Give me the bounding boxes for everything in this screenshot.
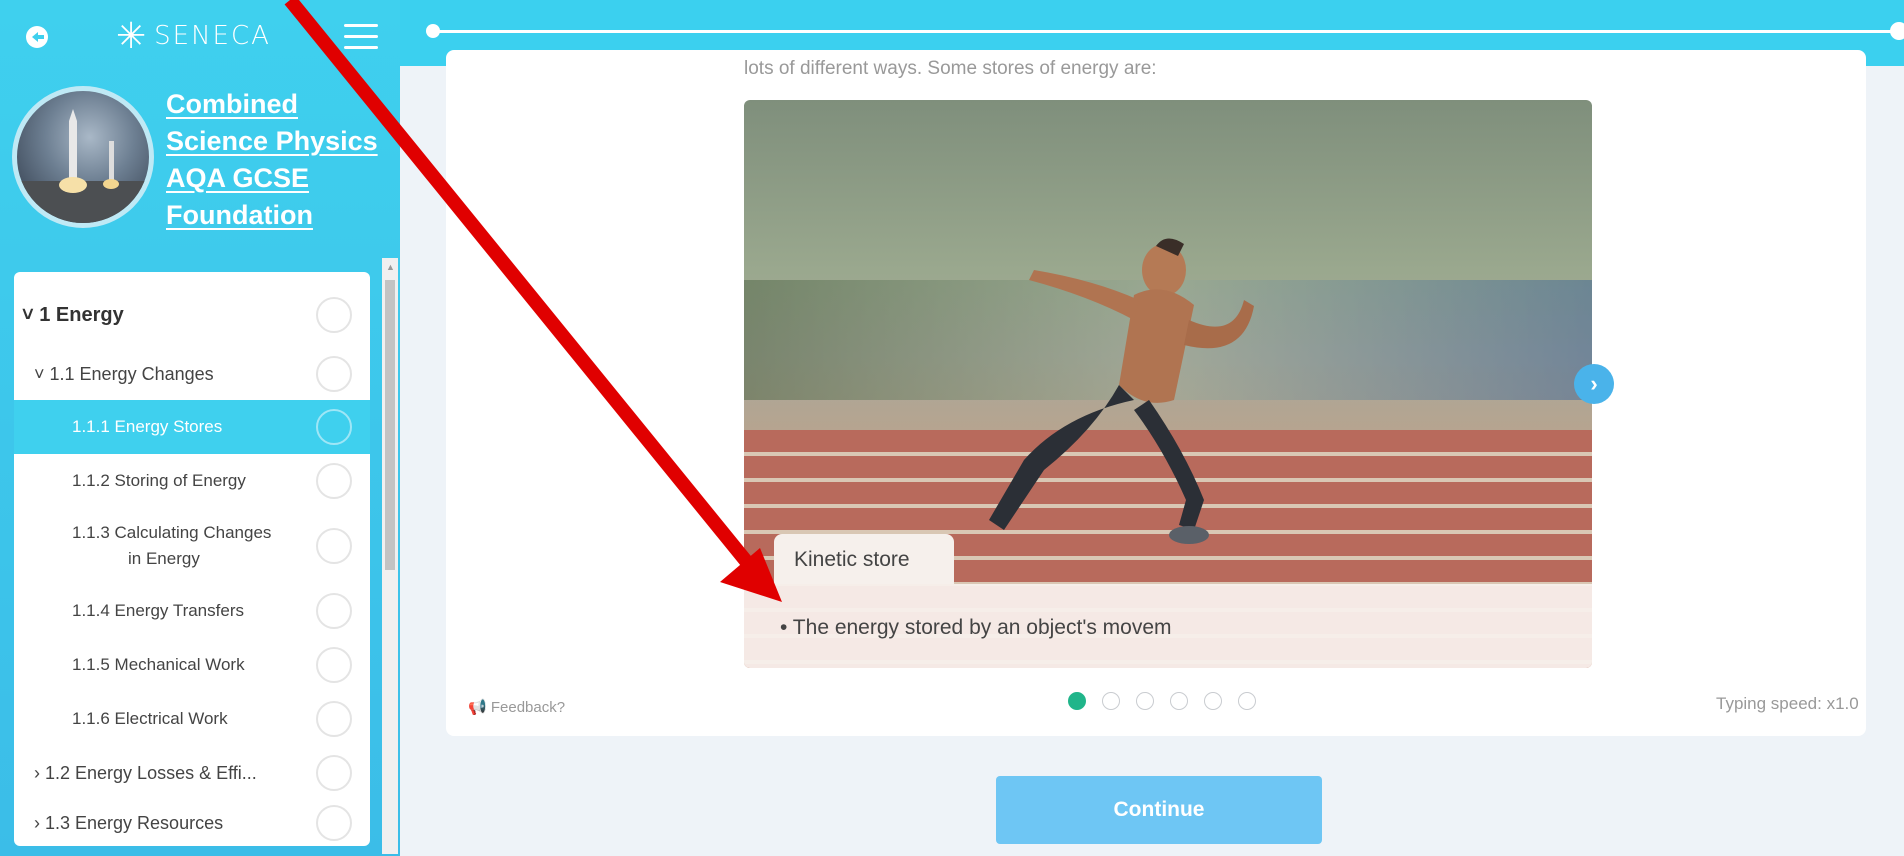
sidebar-header: ✳ SENECA [0, 0, 400, 72]
intro-text: lots of different ways. Some stores of e… [744, 58, 1157, 79]
tree-scrollbar[interactable]: ▲ [382, 258, 398, 854]
tree-item-1-1-5[interactable]: 1.1.5 Mechanical Work [14, 638, 370, 692]
slide-dot[interactable] [1170, 692, 1188, 710]
megaphone-icon: 📢 [468, 699, 487, 716]
slide-dot[interactable] [1238, 692, 1256, 710]
tree-item-label: 1.1.1 Energy Stores [72, 417, 223, 436]
progress-circle-icon [316, 701, 352, 737]
sidebar: ✳ SENECA Combined Science Physics AQA GC… [0, 0, 400, 856]
next-slide-button[interactable]: › [1574, 364, 1614, 404]
progress-circle-icon [316, 755, 352, 791]
progress-track [434, 30, 1904, 33]
slide-dot[interactable] [1204, 692, 1222, 710]
tree-item-1-2[interactable]: › 1.2 Energy Losses & Effi... [14, 746, 370, 800]
sprinter-figure [989, 238, 1254, 544]
slide-dot[interactable] [1102, 692, 1120, 710]
slide-dot[interactable] [1136, 692, 1154, 710]
tree-item-label: 1.1.4 Energy Transfers [72, 601, 244, 620]
hamburger-menu-icon[interactable] [344, 24, 378, 50]
course-tree: ˅ 1 Energy ˅ 1.1 Energy Changes 1.1.1 En… [14, 272, 370, 846]
progress-circle-icon [316, 409, 352, 445]
scroll-up-icon[interactable]: ▲ [386, 262, 395, 272]
tree-item-1-1-2[interactable]: 1.1.2 Storing of Energy [14, 454, 370, 508]
feedback-label: Feedback? [490, 699, 566, 716]
progress-circle-icon [316, 463, 352, 499]
progress-circle-icon [316, 647, 352, 683]
tree-item-label: 1.1.6 Electrical Work [72, 709, 228, 728]
tree-item-label: 1.1.3 Calculating Changes [72, 523, 272, 542]
feedback-link[interactable]: 📢 Feedback? [468, 698, 565, 716]
tree-item-1-1[interactable]: ˅ 1.1 Energy Changes [14, 348, 370, 400]
course-avatar [12, 86, 154, 228]
caption-text: • The energy stored by an object's movem [780, 616, 1172, 639]
progress-circle-icon [316, 805, 352, 841]
progress-end-marker [1890, 22, 1904, 40]
scrollbar-thumb[interactable] [385, 280, 395, 570]
tree-item-1-1-4[interactable]: 1.1.4 Energy Transfers [14, 584, 370, 638]
seneca-logo[interactable]: ✳ SENECA [116, 16, 271, 56]
tree-item-1-1-1[interactable]: 1.1.1 Energy Stores [14, 400, 370, 454]
tree-item-label: 1.1.5 Mechanical Work [72, 655, 245, 674]
tree-item-label: ˅ 1.1 Energy Changes [34, 363, 214, 384]
progress-circle-icon [316, 356, 352, 392]
caption-title: Kinetic store [774, 534, 954, 584]
tree-item-label: ˅ 1 Energy [22, 303, 124, 326]
course-title-line[interactable]: Foundation [166, 200, 313, 230]
logo-star-icon: ✳ [116, 15, 147, 56]
tree-item-label: › 1.3 Energy Resources [34, 812, 224, 833]
tree-item-1-1-3[interactable]: 1.1.3 Calculating Changes in Energy [14, 508, 370, 584]
tree-item-label: › 1.2 Energy Losses & Effi... [34, 762, 257, 783]
exit-icon[interactable] [24, 24, 50, 50]
tree-item-label: in Energy [128, 549, 200, 568]
logo-text: SENECA [154, 21, 271, 51]
slide-dot-active[interactable] [1068, 692, 1086, 710]
tree-item-1-3[interactable]: › 1.3 Energy Resources [14, 800, 370, 846]
progress-start-marker [426, 24, 440, 38]
progress-circle-icon [316, 297, 352, 333]
course-title-line[interactable]: AQA GCSE [166, 163, 309, 193]
course-title[interactable]: Combined Science Physics AQA GCSE Founda… [166, 86, 396, 234]
tree-item-1-1-6[interactable]: 1.1.6 Electrical Work [14, 692, 370, 746]
progress-circle-icon [316, 593, 352, 629]
tree-item-label: 1.1.2 Storing of Energy [72, 471, 246, 490]
slide-indicator [1068, 692, 1256, 710]
course-title-line[interactable]: Science Physics [166, 126, 378, 156]
continue-button[interactable]: Continue [996, 776, 1322, 844]
tree-item-1-energy[interactable]: ˅ 1 Energy [14, 282, 370, 348]
course-title-line[interactable]: Combined [166, 89, 298, 119]
progress-circle-icon [316, 528, 352, 564]
typing-speed[interactable]: Typing speed: x1.0 [1716, 694, 1859, 714]
